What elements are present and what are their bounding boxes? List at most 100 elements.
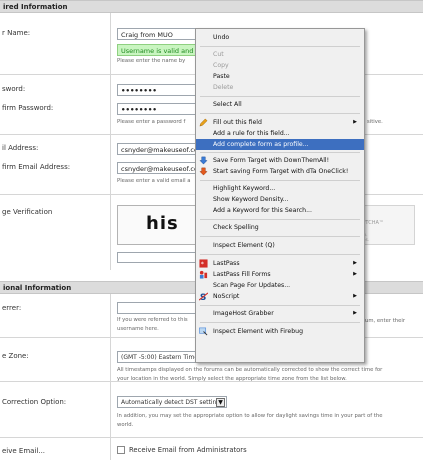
menu-item-fill-out-field[interactable]: Fill out this field ▶ xyxy=(196,117,364,128)
menu-item-delete[interactable]: Delete xyxy=(196,82,364,93)
confirm-email-label: firm Email Address: xyxy=(2,163,71,171)
referrer-label: errer: xyxy=(2,304,22,312)
menu-separator xyxy=(200,322,360,323)
menu-label: Start saving Form Target with dTa OneCli… xyxy=(213,168,349,175)
dst-label: Correction Option: xyxy=(2,398,67,406)
menu-item-lastpass-fill-forms[interactable]: LastPass Fill Forms ▶ xyxy=(196,269,364,280)
menu-item-inspect-element[interactable]: Inspect Element (Q) xyxy=(196,240,364,251)
email-label: il Address: xyxy=(2,144,39,152)
username-hint: Please enter the name by xyxy=(117,58,186,64)
receive-admin-email-checkbox[interactable] xyxy=(117,446,125,454)
menu-label: Cut xyxy=(213,51,224,58)
referrer-hint-1-end: um, enter their xyxy=(365,318,406,324)
menu-label: Add a rule for this field... xyxy=(213,130,290,137)
menu-item-add-rule[interactable]: Add a rule for this field... xyxy=(196,128,364,139)
column-divider xyxy=(110,294,111,460)
svg-text:*: * xyxy=(201,261,204,268)
menu-label: Paste xyxy=(213,73,230,80)
timezone-label: e Zone: xyxy=(2,352,29,360)
menu-separator xyxy=(200,236,360,237)
section-header-required: ired Information xyxy=(0,0,423,13)
menu-label: Check Spelling xyxy=(213,224,259,231)
menu-label: Delete xyxy=(213,84,234,91)
noscript-icon: S xyxy=(199,292,208,301)
dst-select[interactable]: Automatically detect DST settings ▼ xyxy=(117,396,227,408)
menu-item-cut[interactable]: Cut xyxy=(196,49,364,60)
confirm-password-label: firm Password: xyxy=(2,104,54,112)
menu-separator xyxy=(200,46,360,47)
menu-label: Inspect Element with Firebug xyxy=(213,328,303,335)
timezone-hint-1: All timestamps displayed on the forums c… xyxy=(117,367,383,373)
menu-label: Copy xyxy=(213,62,229,69)
menu-item-add-complete-form[interactable]: Add complete form as profile... xyxy=(196,139,364,150)
submenu-arrow-icon: ▶ xyxy=(353,271,357,277)
dta-oneclick-icon xyxy=(199,167,208,176)
username-label: r Name: xyxy=(2,29,31,37)
timezone-hint-2: your location in the world. Simply selec… xyxy=(117,376,347,382)
dst-hint-2: world. xyxy=(117,422,134,428)
menu-item-check-spelling[interactable]: Check Spelling xyxy=(196,222,364,233)
menu-item-keyword-density[interactable]: Show Keyword Density... xyxy=(196,194,364,205)
receive-email-label: eive Email... xyxy=(2,447,46,455)
menu-item-copy[interactable]: Copy xyxy=(196,60,364,71)
submenu-arrow-icon: ▶ xyxy=(353,260,357,266)
menu-separator xyxy=(200,254,360,255)
confirm-password-input[interactable]: •••••••• xyxy=(117,103,197,115)
menu-item-scan-updates[interactable]: Scan Page For Updates... xyxy=(196,280,364,291)
email-hint: Please enter a valid email a xyxy=(117,178,191,184)
submenu-arrow-icon: ▶ xyxy=(353,310,357,316)
referrer-hint-1: If you were referred to this xyxy=(117,317,188,323)
lastpass-fill-icon xyxy=(199,270,208,279)
row-divider xyxy=(0,437,423,438)
downthemall-icon xyxy=(199,156,208,165)
menu-separator xyxy=(200,152,360,153)
menu-item-imagehost-grabber[interactable]: ImageHost Grabber ▶ xyxy=(196,308,364,319)
menu-separator xyxy=(200,96,360,97)
menu-item-start-saving[interactable]: Start saving Form Target with dTa OneCli… xyxy=(196,166,364,177)
column-divider xyxy=(110,13,111,270)
pencil-icon xyxy=(199,118,208,127)
captcha-text: his xyxy=(146,213,179,234)
password-hint: Please enter a password f xyxy=(117,119,186,125)
password-hint-end: sitive. xyxy=(367,119,383,125)
menu-separator xyxy=(200,305,360,306)
menu-item-highlight-keyword[interactable]: Highlight Keyword... xyxy=(196,183,364,194)
referrer-input[interactable] xyxy=(117,302,197,314)
password-input[interactable]: •••••••• xyxy=(117,84,197,96)
menu-separator xyxy=(200,113,360,114)
submenu-arrow-icon: ▶ xyxy=(353,293,357,299)
image-verification-label: ge Verification xyxy=(2,208,53,216)
context-menu: Undo Cut Copy Paste Delete Select All Fi… xyxy=(195,28,365,363)
menu-label: LastPass Fill Forms xyxy=(213,271,271,278)
confirm-email-input[interactable]: csnyder@makeuseof.com xyxy=(117,162,197,174)
dst-hint-1: In addition, you may set the appropriate… xyxy=(117,413,383,419)
password-label: sword: xyxy=(2,85,26,93)
menu-item-lastpass[interactable]: * LastPass ▶ xyxy=(196,258,364,269)
dst-value: Automatically detect DST settings xyxy=(121,399,224,406)
menu-label: Add complete form as profile... xyxy=(213,141,309,148)
referrer-hint-2: username here. xyxy=(117,326,159,332)
menu-item-inspect-firebug[interactable]: Inspect Element with Firebug xyxy=(196,326,364,337)
menu-label: Highlight Keyword... xyxy=(213,185,276,192)
menu-label: Add a Keyword for this Search... xyxy=(213,207,312,214)
menu-label: LastPass xyxy=(213,260,240,267)
menu-item-add-keyword[interactable]: Add a Keyword for this Search... xyxy=(196,205,364,216)
submenu-arrow-icon: ▶ xyxy=(353,119,357,125)
menu-label: Undo xyxy=(213,34,230,41)
menu-item-select-all[interactable]: Select All xyxy=(196,99,364,110)
menu-item-paste[interactable]: Paste xyxy=(196,71,364,82)
chevron-down-icon[interactable]: ▼ xyxy=(216,398,225,407)
menu-label: Save Form Target with DownThemAll! xyxy=(213,157,330,164)
menu-item-noscript[interactable]: S NoScript ▶ xyxy=(196,291,364,302)
menu-item-save-form-target[interactable]: Save Form Target with DownThemAll! xyxy=(196,155,364,166)
firebug-icon xyxy=(199,327,208,336)
email-input[interactable]: csnyder@makeuseof.com xyxy=(117,143,197,155)
menu-separator xyxy=(200,180,360,181)
menu-label: ImageHost Grabber xyxy=(213,310,274,317)
menu-item-undo[interactable]: Undo xyxy=(196,32,364,43)
menu-separator xyxy=(200,219,360,220)
menu-label: NoScript xyxy=(213,293,240,300)
menu-label: Inspect Element (Q) xyxy=(213,242,275,249)
menu-label: Scan Page For Updates... xyxy=(213,282,291,289)
menu-label: Show Keyword Density... xyxy=(213,196,289,203)
